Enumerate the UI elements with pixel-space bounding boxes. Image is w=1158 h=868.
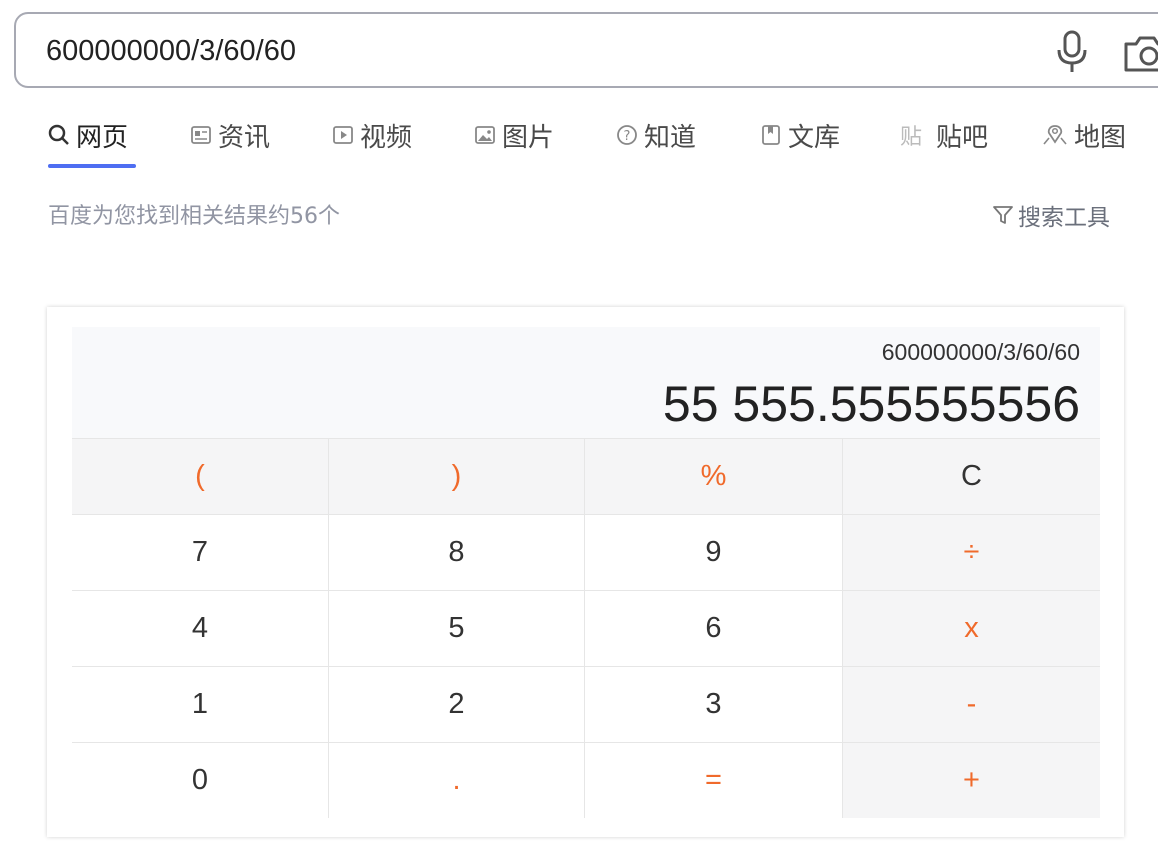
tab-label: 知道 — [644, 122, 697, 153]
search-tools-label: 搜索工具 — [1018, 205, 1110, 231]
key-decimal[interactable]: . — [329, 742, 585, 818]
key-8[interactable]: 8 — [329, 514, 585, 590]
tab-news[interactable]: 资讯 — [190, 112, 270, 158]
tab-map[interactable]: 地图 — [1042, 112, 1126, 158]
svg-text:?: ? — [624, 129, 631, 144]
calculator: 600000000/3/60/60 55 555.555555556 ( ) %… — [47, 307, 1124, 837]
svg-text:贴: 贴 — [900, 125, 922, 148]
key-9[interactable]: 9 — [585, 514, 843, 590]
microphone-icon[interactable] — [1054, 30, 1090, 74]
calculator-display: 600000000/3/60/60 55 555.555555556 — [72, 327, 1100, 438]
tab-label: 地图 — [1074, 122, 1127, 153]
search-tools-button[interactable]: 搜索工具 — [992, 198, 1110, 232]
tab-label: 网页 — [76, 122, 129, 153]
search-box — [14, 12, 1158, 88]
question-icon: ? — [616, 124, 638, 146]
tab-label: 图片 — [502, 122, 555, 153]
calculator-expression: 600000000/3/60/60 — [881, 339, 1080, 365]
key-equals[interactable]: = — [585, 742, 843, 818]
video-icon — [332, 124, 354, 146]
calculator-keypad: ( ) % C 7 8 9 ÷ 4 5 6 x 1 2 3 - 0 . = + — [72, 438, 1100, 818]
key-subtract[interactable]: - — [843, 666, 1100, 742]
news-icon — [190, 124, 212, 146]
tab-label: 文库 — [788, 122, 841, 153]
key-3[interactable]: 3 — [585, 666, 843, 742]
key-5[interactable]: 5 — [329, 590, 585, 666]
key-open-paren[interactable]: ( — [72, 438, 329, 514]
key-divide[interactable]: ÷ — [843, 514, 1100, 590]
tab-tieba[interactable]: 贴 贴吧 — [900, 112, 988, 158]
key-6[interactable]: 6 — [585, 590, 843, 666]
key-7[interactable]: 7 — [72, 514, 329, 590]
key-clear[interactable]: C — [843, 438, 1100, 514]
key-2[interactable]: 2 — [329, 666, 585, 742]
key-percent[interactable]: % — [585, 438, 843, 514]
key-0[interactable]: 0 — [72, 742, 329, 818]
tab-label: 视频 — [360, 122, 413, 153]
key-multiply[interactable]: x — [843, 590, 1100, 666]
search-tabs: 网页 资讯 视频 图片 ? 知道 文库 贴 贴吧 地图 — [0, 112, 1158, 172]
tieba-icon: 贴 — [900, 124, 930, 148]
tab-images[interactable]: 图片 — [474, 112, 554, 158]
key-4[interactable]: 4 — [72, 590, 329, 666]
calculator-result: 55 555.555555556 — [662, 376, 1080, 432]
tab-label: 贴吧 — [936, 122, 989, 153]
image-icon — [474, 124, 496, 146]
tab-wenku[interactable]: 文库 — [760, 112, 840, 158]
tab-label: 资讯 — [218, 122, 271, 153]
filter-icon — [993, 206, 1013, 224]
key-add[interactable]: + — [843, 742, 1100, 818]
tab-web[interactable]: 网页 — [48, 112, 128, 158]
key-close-paren[interactable]: ) — [329, 438, 585, 514]
document-icon — [760, 124, 782, 146]
search-icon — [48, 124, 70, 146]
map-icon — [1042, 124, 1068, 146]
tab-video[interactable]: 视频 — [332, 112, 412, 158]
tab-zhidao[interactable]: ? 知道 — [616, 112, 696, 158]
active-tab-indicator — [48, 164, 136, 168]
search-input[interactable] — [46, 32, 946, 70]
camera-icon[interactable] — [1122, 34, 1158, 74]
result-count: 百度为您找到相关结果约56个 — [48, 204, 340, 229]
key-1[interactable]: 1 — [72, 666, 329, 742]
